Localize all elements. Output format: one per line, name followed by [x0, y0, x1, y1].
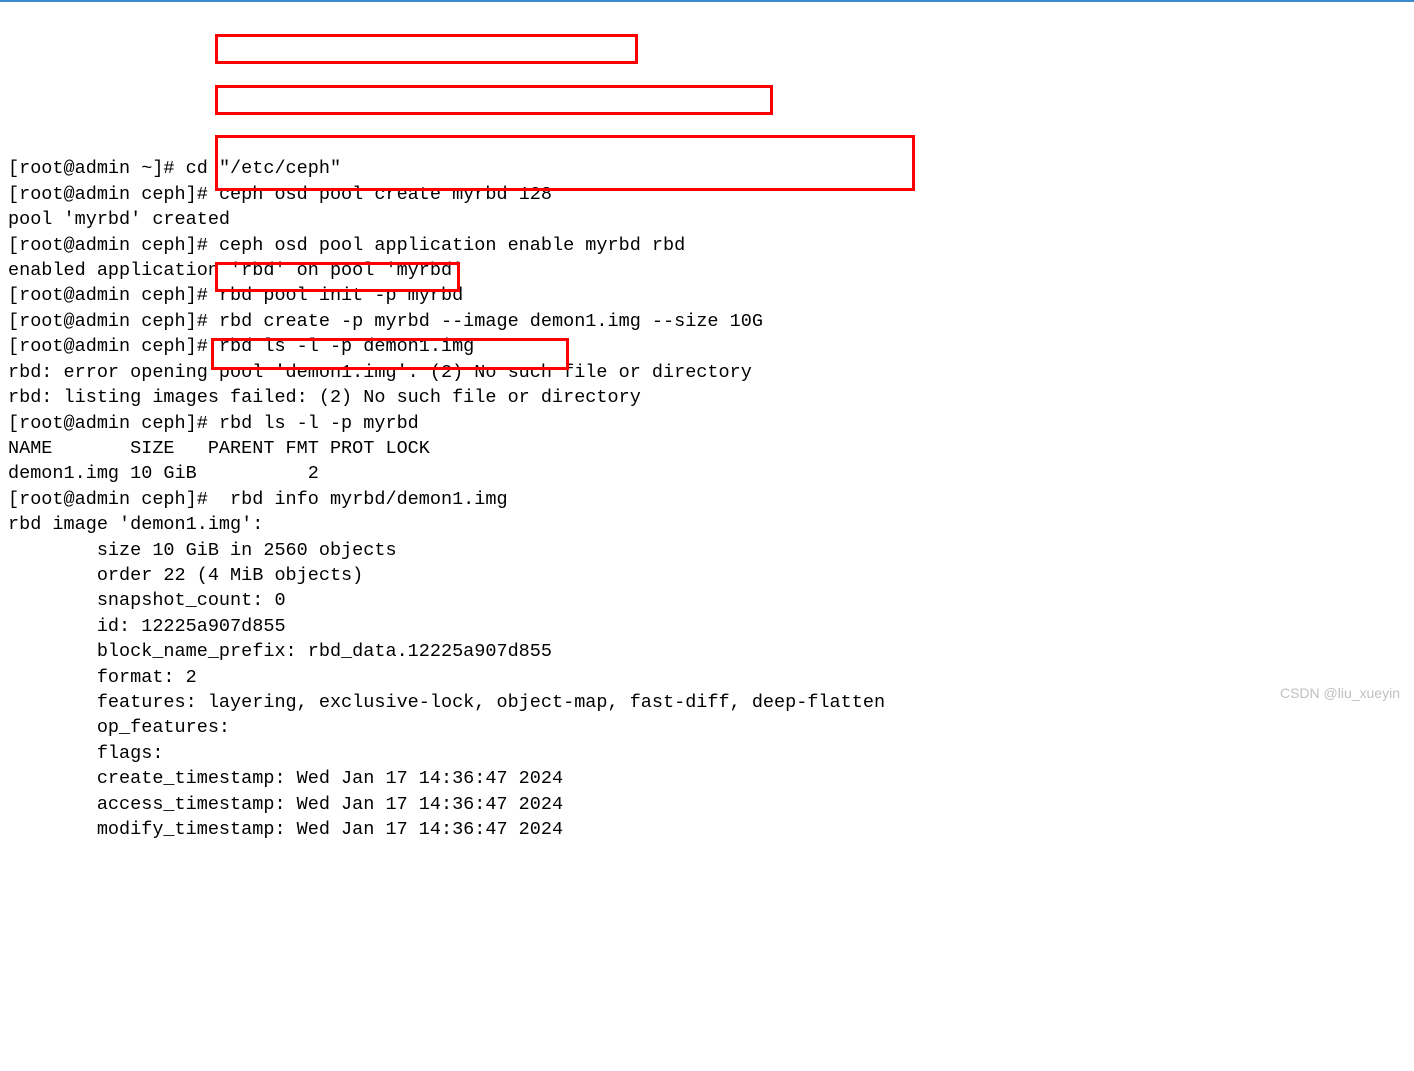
terminal-line: [root@admin ceph]# ceph osd pool create …: [8, 182, 1406, 207]
shell-command: ceph osd pool create myrbd 128: [219, 184, 552, 205]
terminal-line: enabled application 'rbd' on pool 'myrbd…: [8, 258, 1406, 283]
terminal-line: pool 'myrbd' created: [8, 207, 1406, 232]
shell-prompt: [root@admin ceph]#: [8, 311, 219, 332]
shell-command: ceph osd pool application enable myrbd r…: [219, 235, 685, 256]
terminal-line: NAME SIZE PARENT FMT PROT LOCK: [8, 436, 1406, 461]
watermark: CSDN @liu_xueyin: [1280, 681, 1400, 706]
terminal-line: [root@admin ceph]# rbd create -p myrbd -…: [8, 309, 1406, 334]
terminal-line: id: 12225a907d855: [8, 614, 1406, 639]
shell-prompt: [root@admin ceph]#: [8, 184, 219, 205]
terminal-line: op_features:: [8, 715, 1406, 740]
terminal-line: features: layering, exclusive-lock, obje…: [8, 690, 1406, 715]
terminal-line: access_timestamp: Wed Jan 17 14:36:47 20…: [8, 792, 1406, 817]
shell-prompt: [root@admin ~]#: [8, 158, 186, 179]
terminal-line: [root@admin ~]# cd "/etc/ceph": [8, 156, 1406, 181]
shell-prompt: [root@admin ceph]#: [8, 336, 219, 357]
terminal-line: [root@admin ceph]# ceph osd pool applica…: [8, 233, 1406, 258]
terminal-output: [root@admin ~]# cd "/etc/ceph"[root@admi…: [8, 156, 1406, 842]
terminal-line: demon1.img 10 GiB 2: [8, 461, 1406, 486]
terminal-line: order 22 (4 MiB objects): [8, 563, 1406, 588]
terminal-line: block_name_prefix: rbd_data.12225a907d85…: [8, 639, 1406, 664]
terminal-line: modify_timestamp: Wed Jan 17 14:36:47 20…: [8, 817, 1406, 842]
shell-command: rbd ls -l -p myrbd: [219, 413, 419, 434]
shell-command: rbd info myrbd/demon1.img: [219, 489, 508, 510]
terminal-line: size 10 GiB in 2560 objects: [8, 538, 1406, 563]
terminal-line: format: 2: [8, 665, 1406, 690]
terminal-line: rbd: listing images failed: (2) No such …: [8, 385, 1406, 410]
shell-prompt: [root@admin ceph]#: [8, 285, 219, 306]
shell-prompt: [root@admin ceph]#: [8, 413, 219, 434]
shell-command: rbd pool init -p myrbd: [219, 285, 463, 306]
shell-command: rbd ls -l -p demon1.img: [219, 336, 474, 357]
terminal-line: rbd image 'demon1.img':: [8, 512, 1406, 537]
terminal-line: flags:: [8, 741, 1406, 766]
terminal-line: snapshot_count: 0: [8, 588, 1406, 613]
shell-command: cd "/etc/ceph": [186, 158, 341, 179]
shell-prompt: [root@admin ceph]#: [8, 489, 219, 510]
terminal-line: rbd: error opening pool 'demon1.img': (2…: [8, 360, 1406, 385]
terminal-line: create_timestamp: Wed Jan 17 14:36:47 20…: [8, 766, 1406, 791]
top-border: [0, 0, 1414, 2]
highlight-rectangle: [215, 85, 773, 115]
terminal-line: [root@admin ceph]# rbd ls -l -p demon1.i…: [8, 334, 1406, 359]
highlight-rectangle: [215, 34, 638, 64]
shell-prompt: [root@admin ceph]#: [8, 235, 219, 256]
shell-command: rbd create -p myrbd --image demon1.img -…: [219, 311, 763, 332]
terminal-line: [root@admin ceph]# rbd info myrbd/demon1…: [8, 487, 1406, 512]
terminal-line: [root@admin ceph]# rbd pool init -p myrb…: [8, 283, 1406, 308]
terminal-line: [root@admin ceph]# rbd ls -l -p myrbd: [8, 411, 1406, 436]
